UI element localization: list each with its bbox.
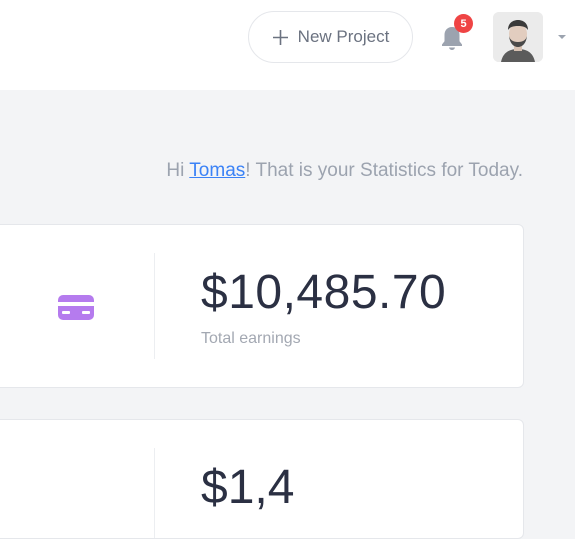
greeting-text: Hi Tomas! That is your Statistics for To… xyxy=(166,160,523,182)
stat-card-earnings: $10,485.70 Total earnings xyxy=(0,224,524,388)
plus-icon xyxy=(272,29,288,45)
stat-value: $1,4 xyxy=(201,461,295,514)
stat-card-second: $1,4 xyxy=(0,419,524,539)
chevron-down-icon[interactable] xyxy=(556,33,568,41)
card-divider xyxy=(154,448,155,538)
new-project-button[interactable]: New Project xyxy=(248,11,413,63)
notifications-button[interactable]: 5 xyxy=(438,14,473,54)
notification-badge: 5 xyxy=(454,14,473,33)
card-divider xyxy=(154,253,155,359)
user-name-link[interactable]: Tomas xyxy=(189,160,245,181)
stat-value: $10,485.70 xyxy=(201,266,447,319)
credit-card-icon xyxy=(58,295,94,320)
greeting-prefix: Hi xyxy=(166,160,190,181)
user-photo xyxy=(493,12,543,62)
stat-label: Total earnings xyxy=(201,330,301,347)
top-bar: New Project 5 xyxy=(0,0,575,90)
greeting-suffix: ! That is your Statistics for Today. xyxy=(245,160,523,181)
new-project-label: New Project xyxy=(297,27,390,46)
avatar[interactable] xyxy=(493,12,543,62)
